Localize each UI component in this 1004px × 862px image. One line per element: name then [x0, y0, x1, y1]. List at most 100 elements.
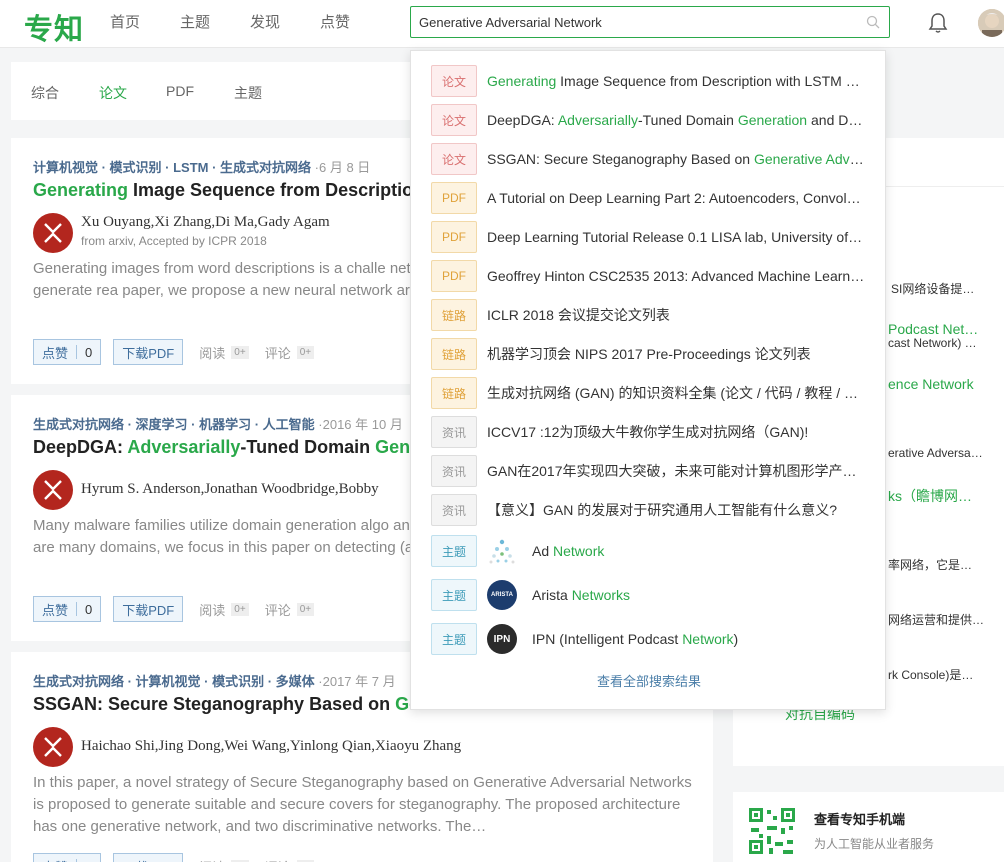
- related-item[interactable]: rk Console)是…: [888, 666, 973, 683]
- type-badge: 主题: [431, 579, 477, 611]
- like-button[interactable]: 点赞0: [33, 596, 102, 622]
- comment-count[interactable]: 评论0+: [265, 600, 315, 619]
- type-badge: 主题: [431, 535, 477, 567]
- tab-all[interactable]: 综合: [31, 83, 59, 103]
- comment-count[interactable]: 评论0+: [265, 343, 315, 362]
- source-logo: [33, 213, 73, 253]
- type-badge: 链路: [431, 299, 477, 331]
- topic-suggestion[interactable]: 主题 ARISTA Arista Networks: [431, 579, 871, 611]
- related-item[interactable]: erative Adversa…: [888, 446, 983, 460]
- suggestion-text: ICCV17 :12为顶级大牛教你学生成对抗网络（GAN)!: [487, 424, 809, 440]
- nav-likes[interactable]: 点赞: [320, 0, 350, 48]
- suggestion-item[interactable]: PDF A Tutorial on Deep Learning Part 2: …: [431, 182, 871, 214]
- download-pdf-button[interactable]: 下载PDF: [113, 596, 184, 622]
- suggestion-text: A Tutorial on Deep Learning Part 2: Auto…: [487, 190, 865, 206]
- paper-tags[interactable]: 计算机视觉 · 模式识别 · LSTM · 生成式对抗网络 ·6 月 8 日: [33, 157, 370, 176]
- user-avatar[interactable]: [978, 9, 1004, 37]
- search-icon[interactable]: [866, 15, 880, 29]
- suggestion-text: Deep Learning Tutorial Release 0.1 LISA …: [487, 229, 865, 245]
- paper-abstract: In this paper, a novel strategy of Secur…: [33, 774, 692, 835]
- type-badge: PDF: [431, 182, 477, 214]
- suggestion-text: 机器学习顶会 NIPS 2017 Pre-Proceedings 论文列表: [487, 346, 811, 362]
- download-pdf-button[interactable]: 下载PDF: [113, 339, 184, 365]
- nav-topics[interactable]: 主题: [180, 0, 210, 48]
- type-badge: 链路: [431, 338, 477, 370]
- type-badge: PDF: [431, 221, 477, 253]
- nav-discover[interactable]: 发现: [250, 0, 280, 48]
- read-count: 阅读0+: [199, 343, 249, 362]
- paper-tags[interactable]: 生成式对抗网络 · 深度学习 · 机器学习 · 人工智能 ·2016 年 10 …: [33, 414, 403, 433]
- app-promo-subtitle: 为人工智能从业者服务: [814, 837, 935, 851]
- arista-logo-icon: ARISTA: [487, 580, 517, 610]
- like-button[interactable]: 点赞0: [33, 853, 102, 862]
- search-box: [410, 6, 890, 38]
- read-count: 阅读0+: [199, 857, 249, 862]
- related-item[interactable]: SI网络设备提…: [891, 280, 974, 297]
- nav-home[interactable]: 首页: [110, 0, 140, 48]
- comment-count[interactable]: 评论0+: [265, 857, 315, 862]
- paper-actions: 点赞0 下载PDF 阅读0+ 评论0+: [33, 339, 315, 365]
- paper-authors: Xu Ouyang,Xi Zhang,Di Ma,Gady Agam: [81, 214, 330, 230]
- type-badge: 资讯: [431, 455, 477, 487]
- type-badge: 论文: [431, 65, 477, 97]
- read-count: 阅读0+: [199, 600, 249, 619]
- suggestion-text: ICLR 2018 会议提交论文列表: [487, 307, 670, 323]
- see-all-results-link[interactable]: 查看全部搜索结果: [411, 671, 887, 690]
- suggestion-item[interactable]: 链路 生成对抗网络 (GAN) 的知识资料全集 (论文 / 代码 / 教程 / …: [431, 377, 871, 409]
- site-logo[interactable]: 专知: [24, 6, 84, 48]
- suggestion-text: SSGAN: Secure Steganography Based on Gen…: [487, 151, 865, 167]
- search-input[interactable]: [419, 7, 859, 37]
- suggestion-item[interactable]: 资讯 GAN在2017年实现四大突破，未来可能对计算机图形学产生冲击: [431, 455, 871, 487]
- related-item[interactable]: Podcast Net…: [888, 321, 978, 337]
- search-suggestions-dropdown: 论文 Generating Image Sequence from Descri…: [410, 50, 886, 710]
- ipn-logo-icon: IPN: [487, 624, 517, 654]
- related-item[interactable]: ence Network: [888, 376, 974, 392]
- suggestion-item[interactable]: 资讯 ICCV17 :12为顶级大牛教你学生成对抗网络（GAN)!: [431, 416, 871, 448]
- qr-code-icon: [747, 806, 797, 856]
- paper-actions: 点赞0 下载PDF 阅读0+ 评论0+: [33, 596, 315, 622]
- paper-source: from arxiv, Accepted by ICPR 2018: [81, 234, 267, 248]
- related-item[interactable]: 率网络，它是…: [888, 556, 972, 573]
- suggestion-text: 【意义】GAN 的发展对于研究通用人工智能有什么意义?: [487, 502, 838, 518]
- app-promo-title[interactable]: 查看专知手机端: [814, 809, 905, 828]
- topic-suggestion[interactable]: 主题 IPN IPN (Intelligent Podcast Network): [431, 623, 871, 655]
- suggestion-item[interactable]: PDF Deep Learning Tutorial Release 0.1 L…: [431, 221, 871, 253]
- tab-topics[interactable]: 主题: [234, 83, 262, 103]
- type-badge: 论文: [431, 143, 477, 175]
- tab-pdf[interactable]: PDF: [166, 83, 194, 99]
- bell-icon[interactable]: [928, 12, 948, 34]
- source-logo: [33, 727, 73, 767]
- topic-suggestion[interactable]: 主题 Ad Network: [431, 535, 871, 567]
- suggestion-item[interactable]: 链路 机器学习顶会 NIPS 2017 Pre-Proceedings 论文列表: [431, 338, 871, 370]
- topic-name: IPN (Intelligent Podcast Network): [532, 631, 739, 647]
- source-logo: [33, 470, 73, 510]
- tab-papers[interactable]: 论文: [99, 83, 127, 103]
- suggestion-text: 生成对抗网络 (GAN) 的知识资料全集 (论文 / 代码 / 教程 / 视频 …: [487, 385, 865, 401]
- paper-authors: Haichao Shi,Jing Dong,Wei Wang,Yinlong Q…: [81, 738, 462, 754]
- like-button[interactable]: 点赞0: [33, 339, 102, 365]
- suggestion-item[interactable]: 链路 ICLR 2018 会议提交论文列表: [431, 299, 871, 331]
- top-header: 专知 首页 主题 发现 点赞: [0, 0, 1004, 48]
- paper-actions: 点赞0 下载PDF 阅读0+ 评论0+: [33, 853, 315, 862]
- suggestion-item[interactable]: 论文 SSGAN: Secure Steganography Based on …: [431, 143, 871, 175]
- paper-title[interactable]: Generating Image Sequence from Descripti…: [33, 180, 424, 201]
- main-nav: 首页 主题 发现 点赞: [110, 0, 390, 48]
- suggestion-text: DeepDGA: Adversarially-Tuned Domain Gene…: [487, 112, 865, 128]
- type-badge: 论文: [431, 104, 477, 136]
- paper-title[interactable]: SSGAN: Secure Steganography Based on Ge: [33, 694, 419, 715]
- related-item[interactable]: cast Network) …: [888, 336, 977, 350]
- related-item[interactable]: ks（瞻博网…: [888, 486, 972, 506]
- download-pdf-button[interactable]: 下载PDF: [113, 853, 184, 862]
- type-badge: 主题: [431, 623, 477, 655]
- paper-tags[interactable]: 生成式对抗网络 · 计算机视觉 · 模式识别 · 多媒体 ·2017 年 7 月: [33, 671, 396, 690]
- related-item[interactable]: 网络运营和提供…: [888, 611, 984, 628]
- type-badge: PDF: [431, 260, 477, 292]
- suggestion-item[interactable]: 论文 DeepDGA: Adversarially-Tuned Domain G…: [431, 104, 871, 136]
- paper-title[interactable]: DeepDGA: Adversarially-Tuned Domain Gen: [33, 437, 410, 458]
- topic-name: Ad Network: [532, 543, 605, 559]
- suggestion-item[interactable]: PDF Geoffrey Hinton CSC2535 2013: Advanc…: [431, 260, 871, 292]
- ad-network-logo-icon: [487, 536, 517, 566]
- type-badge: 资讯: [431, 494, 477, 526]
- suggestion-item[interactable]: 资讯 【意义】GAN 的发展对于研究通用人工智能有什么意义?: [431, 494, 871, 526]
- suggestion-item[interactable]: 论文 Generating Image Sequence from Descri…: [431, 65, 871, 97]
